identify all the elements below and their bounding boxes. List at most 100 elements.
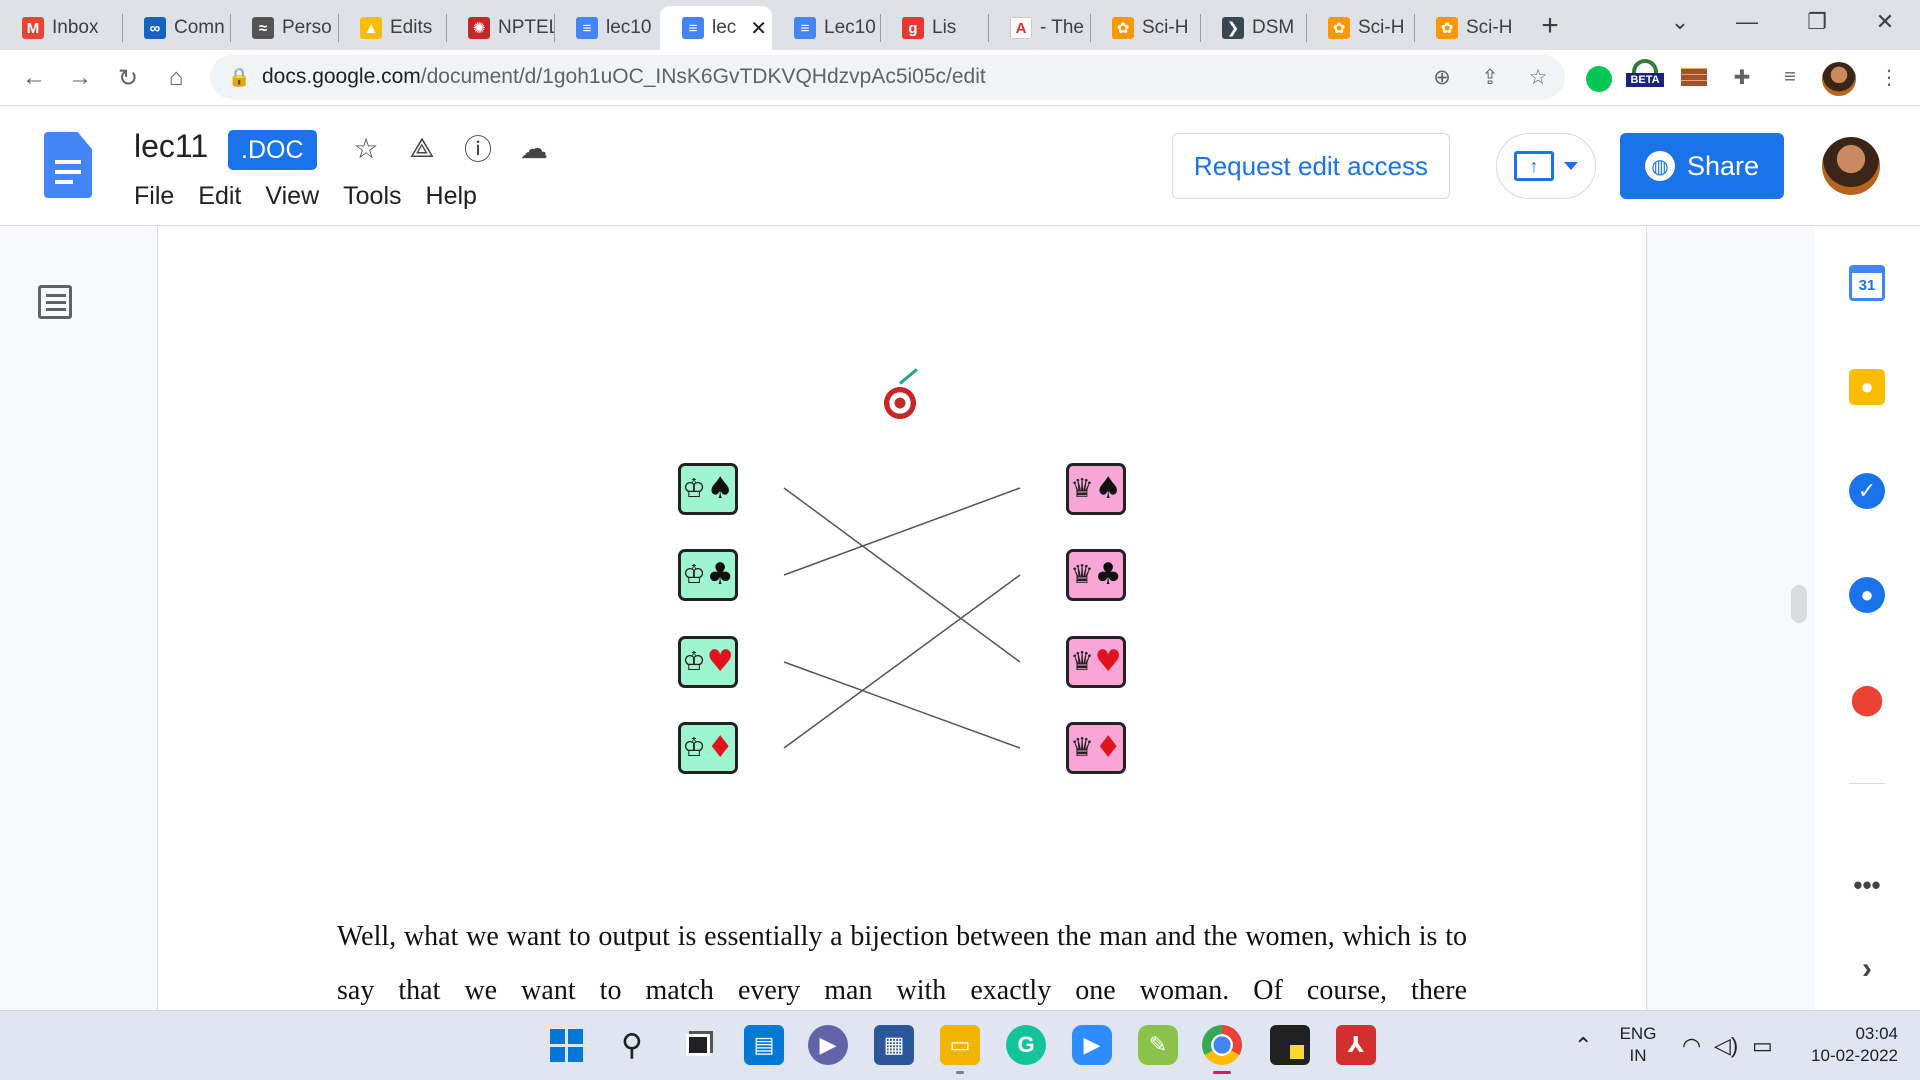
menu-edit[interactable]: Edit [198,182,241,211]
browser-tab[interactable]: ✿ Sci-H [1090,6,1200,50]
link-icon: ∞ [144,17,166,39]
browser-tab[interactable]: g Lis [880,6,988,50]
extension-brick-icon[interactable] [1677,60,1711,94]
menu-file[interactable]: File [134,182,174,211]
queen-piece-icon: ♛ [1070,647,1094,677]
account-avatar[interactable] [1822,137,1880,195]
docs-header: lec11 .DOC ☆ ⟁ ⓘ ☁ File Edit View Tools … [0,106,1920,226]
volume-icon[interactable]: ◁) [1714,1033,1738,1059]
scihub-icon: ✿ [1436,17,1458,39]
browser-tab-title: Sci-H [1358,17,1405,38]
extension-green-icon[interactable] [1582,62,1616,96]
new-tab-button[interactable]: + [1530,6,1570,46]
media-control-icon[interactable]: ≡ [1773,60,1807,94]
info-icon[interactable]: ⓘ [458,128,498,168]
clock[interactable]: 03:04 10-02-2022 [1794,1023,1898,1067]
sticky-notes-icon[interactable] [1270,1025,1310,1065]
document-page[interactable] [157,227,1647,1010]
browser-tab[interactable]: ✿ Sci-H [1414,6,1522,50]
docs-menu-bar: File Edit View Tools Help [134,182,477,211]
browser-tab[interactable]: ❯ DSM [1200,6,1306,50]
share-page-icon[interactable]: ⇪ [1476,63,1504,91]
body-paragraph[interactable]: Well, what we want to output is essentia… [337,910,1467,1018]
address-bar[interactable]: 🔒 docs.google.com/document/d/1goh1uOC_IN… [210,55,1565,99]
calendar-icon[interactable]: 31 [1849,265,1885,301]
move-to-drive-icon[interactable]: ⟁ [402,128,442,168]
get-addons-icon[interactable]: ••• [1849,867,1885,903]
extensions-puzzle-icon[interactable]: ✚ [1725,60,1759,94]
document-outline-icon[interactable] [38,285,72,319]
close-window-icon[interactable]: ✕ [1850,0,1920,44]
zoom-app-icon[interactable]: ▶ [1072,1025,1112,1065]
lock-icon[interactable]: 🔒 [228,67,254,88]
browser-tab[interactable]: ≡ lec ✕ [660,6,772,50]
menu-help[interactable]: Help [426,182,477,211]
menu-tools[interactable]: Tools [343,182,401,211]
browser-tab[interactable]: ≡ Lec10 [772,6,880,50]
store-icon[interactable]: ▦ [874,1025,914,1065]
contacts-icon[interactable]: ● [1849,577,1885,613]
docs-icon: ≡ [794,17,816,39]
star-icon[interactable]: ☆ [346,128,386,168]
browser-tab[interactable]: ✿ Sci-H [1306,6,1414,50]
browser-profile-avatar[interactable] [1822,62,1856,96]
tasks-icon[interactable]: ✓ [1849,473,1885,509]
keep-icon[interactable]: ● [1849,369,1885,405]
maps-icon[interactable]: ⬤ [1849,681,1885,717]
close-tab-icon[interactable]: ✕ [750,16,767,41]
search-icon[interactable]: ⚲ [612,1025,652,1065]
show-side-panel-chevron-icon[interactable]: › [1849,951,1885,987]
restore-window-icon[interactable]: ❐ [1782,0,1852,44]
start-icon[interactable] [546,1025,586,1065]
request-edit-access-button[interactable]: Request edit access [1172,133,1450,199]
dna-icon: ≈ [252,17,274,39]
browser-tab[interactable]: A - The [988,6,1090,50]
grammarly-icon[interactable]: G [1006,1025,1046,1065]
browser-tab[interactable]: M Inbox [0,6,122,50]
battery-icon[interactable]: ▭ [1752,1033,1773,1059]
file-explorer-icon[interactable]: ▭ [940,1025,980,1065]
language-indicator[interactable]: ENG IN [1618,1023,1658,1067]
chrome-icon[interactable] [1202,1025,1242,1065]
browser-tab[interactable]: ≈ Perso [230,6,338,50]
browser-tab[interactable]: ≡ lec10 [554,6,660,50]
menu-view[interactable]: View [265,182,319,211]
chat-icon[interactable]: ▶ [808,1025,848,1065]
tab-search-chevron-icon[interactable]: ⌄ [1645,0,1715,44]
widgets-icon[interactable]: ▤ [744,1025,784,1065]
home-icon[interactable]: ⌂ [156,58,196,98]
cloud-status-icon[interactable]: ☁ [514,128,554,168]
browser-tab-title: lec [712,17,737,38]
show-hidden-icons-chevron-icon[interactable]: ⌃ [1574,1033,1592,1059]
share-button[interactable]: ◍ Share [1620,133,1784,199]
present-button[interactable]: ↑ [1496,133,1596,199]
docs-icon: ≡ [576,17,598,39]
dsm-icon: ❯ [1222,17,1244,39]
back-icon[interactable]: ← [14,58,54,98]
zoom-icon[interactable]: ⊕ [1428,63,1456,91]
task-view-icon[interactable] [678,1025,718,1065]
browser-tab-title: Lec10 [824,17,876,38]
king-piece-icon: ♔ [682,474,706,504]
extension-beta-icon[interactable]: BETA [1626,56,1664,90]
minimize-window-icon[interactable]: — [1712,0,1782,44]
acrobat-icon[interactable]: ⅄ [1336,1025,1376,1065]
notes-app-icon[interactable]: ✎ [1138,1025,1178,1065]
vertical-scrollbar[interactable] [1791,585,1807,623]
bookmark-star-icon[interactable]: ☆ [1524,63,1552,91]
browser-menu-icon[interactable]: ⋮ [1872,60,1906,94]
browser-tab[interactable]: ✺ NPTEL [446,6,554,50]
reload-icon[interactable]: ↻ [108,58,148,98]
browser-tab[interactable]: ∞ Comn [122,6,230,50]
browser-tab[interactable]: ▲ Edits [338,6,446,50]
share-label: Share [1686,150,1760,181]
forward-icon[interactable]: → [60,58,100,98]
browser-tab-title: DSM [1252,17,1295,38]
document-title[interactable]: lec11 [134,128,208,165]
audio-icon: g [902,17,924,39]
url-text[interactable]: docs.google.com/document/d/1goh1uOC_INsK… [262,65,986,89]
queen-card: ♛ ♥ [1066,636,1126,688]
wifi-icon[interactable]: ◠ [1682,1033,1701,1059]
docs-logo-icon[interactable] [44,132,92,198]
browser-tab-title: Perso [282,17,332,38]
